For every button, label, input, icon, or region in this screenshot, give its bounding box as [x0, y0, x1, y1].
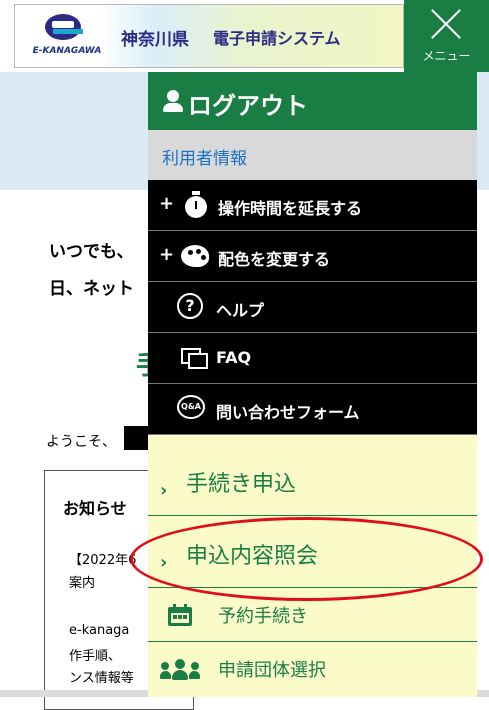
- application-inquiry-link[interactable]: › 申込内容照会: [148, 516, 477, 588]
- stopwatch-icon: [183, 191, 209, 218]
- change-color-button[interactable]: + 配色を変更する: [148, 231, 477, 282]
- system-name: 電子申請システム: [213, 29, 341, 48]
- procedure-application-link[interactable]: › 手続き申込: [148, 444, 477, 516]
- navigation-menu: ログアウト 利用者情報 + 操作時間を延長する + 配色を変更する ? ヘルプ …: [148, 72, 477, 697]
- notice-line[interactable]: 案内: [69, 572, 95, 591]
- menu-close-button[interactable]: メニュー: [404, 0, 489, 72]
- extend-session-button[interactable]: + 操作時間を延長する: [148, 180, 477, 231]
- welcome-text: ようこそ、: [46, 434, 116, 450]
- notice-title: お知らせ: [63, 499, 127, 518]
- notice-line: e-kanaga: [69, 623, 130, 638]
- faq-link[interactable]: FAQ: [148, 333, 477, 384]
- reservation-link[interactable]: 予約手続き: [148, 588, 477, 642]
- notice-line: 作手順、: [69, 649, 122, 664]
- user-info-label: 利用者情報: [162, 149, 247, 169]
- help-label: ヘルプ: [216, 301, 265, 320]
- logout-label: ログアウト: [188, 92, 308, 120]
- procedure-application-label: 手続き申込: [186, 472, 297, 497]
- e-kanagawa-logo: E-KANAGAWA: [25, 10, 109, 64]
- help-icon: ?: [177, 293, 203, 319]
- notice-line: ンス情報等: [69, 671, 134, 686]
- site-header: E-KANAGAWA 神奈川県 電子申請システム メニュー: [0, 0, 489, 72]
- help-link[interactable]: ? ヘルプ: [148, 282, 477, 333]
- prefecture-name: 神奈川県: [121, 30, 189, 50]
- user-icon: [162, 90, 184, 114]
- logo-text: E-KANAGAWA: [32, 46, 102, 56]
- expand-plus: +: [159, 193, 175, 214]
- intro-text-line1: いつでも、: [49, 242, 134, 262]
- close-icon: [430, 8, 462, 40]
- faq-icon: [181, 344, 208, 370]
- chevron-right-icon: ›: [160, 480, 168, 501]
- application-inquiry-label: 申込内容照会: [186, 544, 319, 569]
- contact-form-label: 問い合わせフォーム: [216, 403, 360, 422]
- menu-button-label: メニュー: [422, 49, 471, 63]
- faq-label: FAQ: [216, 348, 252, 367]
- calendar-icon: [168, 604, 192, 626]
- notice-line[interactable]: 【2022年6: [69, 549, 136, 568]
- logo-mark: [45, 14, 83, 40]
- group-select-label: 申請団体選択: [218, 660, 326, 681]
- intro-text-line2: 日、ネット: [49, 279, 134, 299]
- reservation-label: 予約手続き: [218, 606, 308, 627]
- group-icon: [160, 659, 200, 681]
- change-color-label: 配色を変更する: [218, 250, 331, 269]
- chevron-right-icon: ›: [160, 552, 168, 573]
- site-banner[interactable]: E-KANAGAWA 神奈川県 電子申請システム: [14, 4, 404, 68]
- palette-icon: [181, 242, 209, 268]
- extend-session-label: 操作時間を延長する: [218, 199, 363, 218]
- contact-form-link[interactable]: Q&A 問い合わせフォーム: [148, 384, 477, 435]
- group-select-link[interactable]: 申請団体選択: [148, 642, 477, 697]
- qa-icon: Q&A: [177, 395, 205, 421]
- logout-button[interactable]: ログアウト: [148, 72, 477, 130]
- expand-plus: +: [159, 244, 175, 265]
- user-info-link[interactable]: 利用者情報: [148, 130, 477, 180]
